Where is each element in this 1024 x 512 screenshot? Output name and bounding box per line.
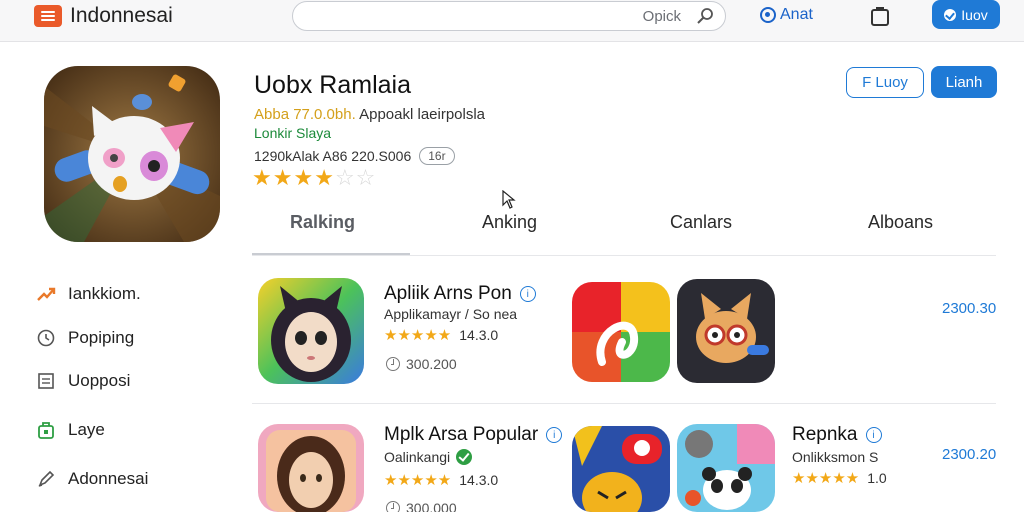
star-icon: ★ [272,165,294,190]
list-item-subtitle: Oalinkangi [384,449,473,465]
star-empty-icon: ☆ [355,165,377,190]
tab-alboans[interactable]: Alboans [868,212,933,233]
app-icon-colorful-logo[interactable] [572,282,670,382]
shopping-bag-icon[interactable] [870,5,890,27]
download-size-icon [386,501,400,512]
sidebar-item-label: Laye [68,420,105,439]
app-price: Abba 77.0.0bh. [254,106,356,123]
list-item-rating: ★★★★★ 14.3.0 [384,326,498,344]
document-icon [38,373,54,389]
list-item-title-text: Repnka [792,424,858,445]
sidebar-item-label: Iankkiom. [68,284,141,303]
app-icon-yellow-character[interactable] [572,426,670,512]
rating-stars: ★★★★★ [384,327,452,344]
list-item-size: 300.000 [386,500,457,512]
account-label: Anat [780,6,813,23]
app-icon-girl-portrait[interactable] [258,424,364,512]
sidebar-item-uopposi[interactable]: Uopposi [36,371,130,391]
list-item-subtitle: Applikamayr / So nea [384,306,518,322]
tab-ranking[interactable]: Ralking [290,212,355,233]
account-button[interactable]: Anat [760,6,813,24]
sidebar-item-label: Uopposi [68,371,131,390]
trend-icon [37,287,56,301]
star-icon: ★ [252,165,273,190]
top-action-label: Iuov [961,6,988,23]
wishlist-button[interactable]: F Luoy [846,67,924,98]
install-button[interactable]: Lianh [931,66,997,98]
top-action-button[interactable]: Iuov [932,0,1000,29]
rating-stars: ★★★★☆☆ [252,165,376,191]
rating-stars: ★★★★★ [384,472,452,489]
star-half-icon: ★ [314,165,335,190]
pen-icon [38,470,55,487]
developer-link[interactable]: Lonkir Slaya [254,125,331,141]
verified-icon: i [546,427,563,443]
age-rating-badge: 16r [419,147,455,165]
list-item-price[interactable]: 2300.20 [942,446,996,463]
size-value: 300.000 [406,500,457,512]
list-divider [252,403,996,404]
size-value: 300.200 [406,356,457,372]
list-item-title-text: Mplk Arsa Popular [384,424,539,445]
menu-icon[interactable] [34,5,62,27]
sidebar-item-label: Popiping [68,328,135,347]
rating-value: 14.3.0 [459,327,499,343]
tabs-divider [252,255,996,256]
sidebar-item-ranking[interactable]: Iankkiom. [36,284,141,304]
sidebar-item-laye[interactable]: Laye [36,420,105,440]
rating-value: 14.3.0 [459,472,499,488]
rating-stars: ★★★★★ [792,470,860,487]
list-item-rating: ★★★★★ 14.3.0 [384,471,498,489]
star-empty-icon: ☆ [334,165,356,190]
check-icon [456,449,473,465]
search-input[interactable]: Opick [292,1,726,31]
top-bar: Indonnesai Opick Anat [0,0,1024,42]
account-icon [760,7,776,23]
download-size-icon [386,357,400,371]
hero-app-icon[interactable] [44,66,220,242]
shopping-bag-icon [38,422,54,439]
verified-icon: i [865,427,882,443]
list-item-subtitle-text: Oalinkangi [384,449,451,465]
app-subtitle: Appoakl laeirpolsla [359,106,486,123]
sidebar-item-adonnesai[interactable]: Adonnesai [36,469,148,489]
sidebar-item-label: Adonnesai [68,469,149,488]
list-item-title[interactable]: Mplk Arsa Popular i [384,424,563,446]
tab-anking[interactable]: Anking [482,212,537,233]
list-item-title[interactable]: Repnka i [792,424,882,446]
sidebar-item-popping[interactable]: Popiping [36,328,134,348]
app-meta-text: 1290kAlak A86 220.S006 [254,148,412,164]
app-title: Uobx Ramlaia [254,71,412,99]
list-item-title-text: Apliik Arns Pon [384,283,512,304]
check-icon [944,8,957,21]
app-icon-fox-glasses[interactable] [677,279,775,383]
rating-value: 1.0 [867,470,887,486]
list-item-title[interactable]: Apliik Arns Pon i [384,283,536,305]
search-icon[interactable] [695,6,715,26]
list-item-subtitle: Onlikksmon S [792,449,879,465]
star-icon: ★ [293,165,315,190]
clock-icon [37,329,55,347]
app-price-line: Abba 77.0.0bh. Appoakl laeirpolsla [254,106,485,123]
app-name: Indonnesai [70,4,173,27]
list-item-rating: ★★★★★ 1.0 [792,469,887,487]
list-item-size: 300.200 [386,356,457,372]
list-item-price[interactable]: 2300.30 [942,300,996,317]
app-meta: 1290kAlak A86 220.S006 16r [254,147,455,165]
app-icon-cat-girl[interactable] [258,278,364,384]
tab-canlars[interactable]: Canlars [670,212,732,233]
mouse-cursor-icon [502,190,516,209]
verified-icon: i [519,286,536,302]
app-icon-panda[interactable] [677,424,775,512]
search-query: Opick [642,8,681,25]
